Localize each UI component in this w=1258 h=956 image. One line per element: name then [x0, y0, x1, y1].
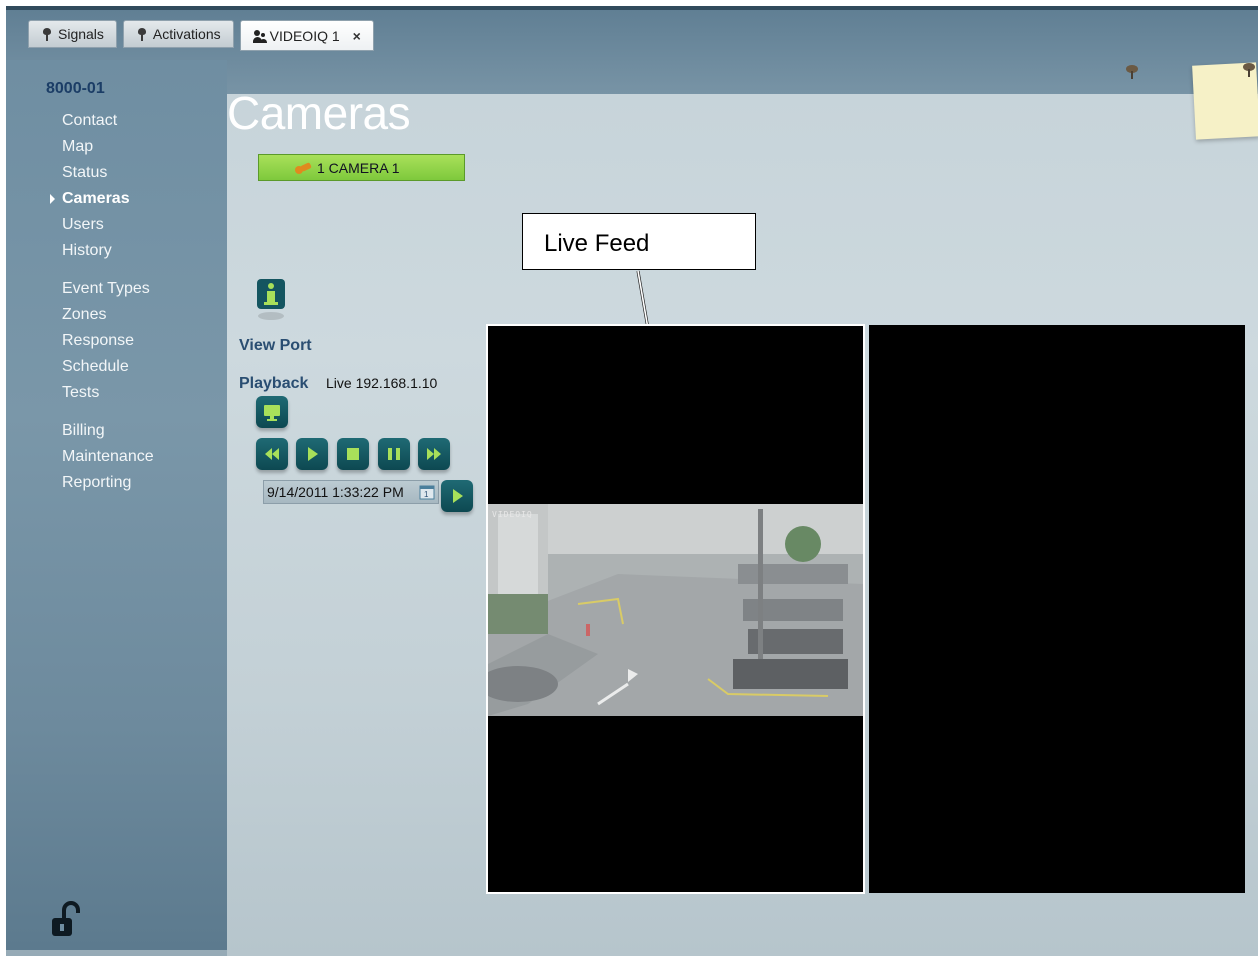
- camera-item-label: 1 CAMERA 1: [317, 159, 400, 176]
- sidebar-item-tests[interactable]: Tests: [62, 380, 154, 406]
- tab-activations[interactable]: Activations: [122, 20, 234, 48]
- sidebar-item-billing[interactable]: Billing: [62, 418, 154, 444]
- video-viewport-1[interactable]: VIDEOIQ: [486, 324, 865, 894]
- monitor-icon: [264, 405, 280, 421]
- calendar-icon[interactable]: 1: [419, 484, 435, 500]
- sidebar-nav: Contact Map Status Cameras Users History…: [50, 108, 154, 496]
- play-button[interactable]: [296, 438, 328, 470]
- camera-osd-label: VIDEOIQ: [492, 510, 533, 519]
- sidebar-item-reporting[interactable]: Reporting: [62, 470, 154, 496]
- tab-label: Activations: [152, 26, 221, 42]
- sidebar-item-history[interactable]: History: [62, 238, 154, 264]
- sidebar-item-event-types[interactable]: Event Types: [62, 276, 154, 302]
- playback-datetime-input[interactable]: 9/14/2011 1:33:22 PM 1: [263, 480, 439, 504]
- tab-bar: Signals Activations VIDEOIQ 1 ×: [28, 20, 374, 51]
- stop-button[interactable]: [337, 438, 369, 470]
- monitor-button[interactable]: [256, 396, 288, 428]
- close-icon[interactable]: ×: [353, 28, 361, 44]
- camera-icon: [295, 162, 312, 174]
- playback-link[interactable]: Playback: [239, 375, 308, 393]
- tab-videoiq-1[interactable]: VIDEOIQ 1 ×: [239, 20, 374, 51]
- video-viewport-2[interactable]: [869, 325, 1245, 893]
- datetime-value: 9/14/2011 1:33:22 PM: [267, 484, 404, 500]
- sidebar-item-users[interactable]: Users: [62, 212, 154, 238]
- fast-forward-icon: [427, 448, 441, 460]
- sidebar-item-map[interactable]: Map: [62, 134, 154, 160]
- pin-icon: [136, 27, 148, 41]
- go-button[interactable]: [441, 480, 473, 512]
- pushpin-icon: [1243, 63, 1255, 77]
- pushpin-icon: [1126, 65, 1138, 79]
- page-title: Cameras: [227, 87, 411, 139]
- pause-button[interactable]: [378, 438, 410, 470]
- tab-label: VIDEOIQ 1: [269, 27, 340, 44]
- live-video-frame: [488, 504, 863, 716]
- sidebar-item-contact[interactable]: Contact: [62, 108, 154, 134]
- sidebar-item-response[interactable]: Response: [62, 328, 154, 354]
- playback-status: Live 192.168.1.10: [326, 375, 438, 391]
- unlock-icon[interactable]: [50, 900, 80, 940]
- sidebar-item-cameras[interactable]: Cameras: [50, 186, 154, 212]
- play-icon: [308, 447, 318, 461]
- rewind-button[interactable]: [256, 438, 288, 470]
- account-id[interactable]: 8000-01: [46, 80, 105, 98]
- pause-icon: [388, 448, 400, 460]
- view-port-link[interactable]: View Port: [239, 337, 312, 355]
- info-icon[interactable]: [256, 278, 286, 324]
- sidebar: 8000-01 Contact Map Status Cameras Users…: [6, 60, 227, 950]
- users-icon: [252, 29, 265, 43]
- play-icon: [453, 489, 463, 503]
- camera-list-item[interactable]: 1 CAMERA 1: [258, 154, 465, 181]
- tab-signals[interactable]: Signals: [28, 20, 117, 48]
- stop-icon: [347, 448, 359, 460]
- svg-text:1: 1: [424, 490, 429, 499]
- sidebar-item-status[interactable]: Status: [62, 160, 154, 186]
- live-feed-callout: Live Feed: [522, 213, 756, 270]
- sidebar-item-zones[interactable]: Zones: [62, 302, 154, 328]
- pin-icon: [41, 27, 53, 41]
- fast-forward-button[interactable]: [418, 438, 450, 470]
- sidebar-item-maintenance[interactable]: Maintenance: [62, 444, 154, 470]
- tab-label: Signals: [58, 26, 104, 42]
- sidebar-item-schedule[interactable]: Schedule: [62, 354, 154, 380]
- rewind-icon: [265, 448, 279, 460]
